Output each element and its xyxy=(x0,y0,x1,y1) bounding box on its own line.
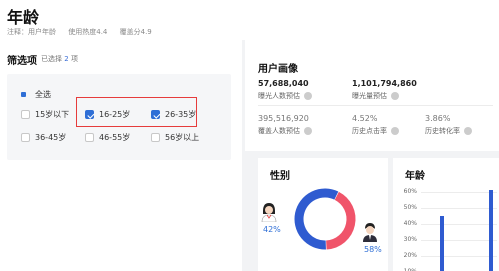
page-header: 年龄 注释：用户年龄 使用热度4.4 覆盖分4.9 xyxy=(0,0,499,40)
age-title: 年龄 xyxy=(405,171,425,182)
divider xyxy=(258,105,493,106)
option-36-45[interactable]: 36-45岁 xyxy=(21,132,66,143)
donut-slice-female xyxy=(325,191,356,250)
stat-conversion-rate: 3.86% 历史转化率 xyxy=(425,114,472,136)
gender-donut-chart xyxy=(294,188,356,250)
help-icon[interactable] xyxy=(304,127,312,135)
option-46-55[interactable]: 46-55岁 xyxy=(85,132,130,143)
help-icon[interactable] xyxy=(304,92,312,100)
stat-exposure-users: 57,688,040 曝光人数预估 xyxy=(258,79,312,101)
option-under-15[interactable]: 15岁以下 xyxy=(21,109,69,120)
grid-line xyxy=(421,192,497,193)
grid-line xyxy=(421,208,497,209)
help-icon[interactable] xyxy=(391,92,399,100)
option-56-plus[interactable]: 56岁以上 xyxy=(151,132,199,143)
page-title: 年龄 xyxy=(7,8,40,27)
checkbox-icon[interactable] xyxy=(21,110,30,119)
stat-exposure-count: 1,101,794,860 曝光量预估 xyxy=(352,79,417,100)
checkbox-icon[interactable] xyxy=(151,133,160,142)
portrait-title: 用户画像 xyxy=(258,64,298,75)
gender-card: 性别 42% 58% xyxy=(258,158,388,271)
y-tick-label: 50% xyxy=(403,204,417,211)
age-bar xyxy=(489,190,493,271)
grid-line xyxy=(421,224,497,225)
male-avatar-icon xyxy=(363,223,377,242)
grid-line xyxy=(421,240,497,241)
female-percent: 42% xyxy=(263,225,281,234)
meta-usage-heat: 使用热度4.4 xyxy=(68,28,108,36)
user-portrait-card: 用户画像 57,688,040 曝光人数预估 1,101,794,860 曝光量… xyxy=(245,40,499,151)
gender-title: 性别 xyxy=(270,171,290,182)
y-tick-label: 30% xyxy=(403,236,417,243)
y-tick-label: 20% xyxy=(403,252,417,259)
option-select-all[interactable]: 全选 xyxy=(21,89,51,100)
filter-title: 筛选项 xyxy=(7,56,37,67)
female-avatar-icon xyxy=(261,203,277,222)
page-meta: 注释：用户年龄 使用热度4.4 覆盖分4.9 xyxy=(7,27,162,37)
checkbox-icon[interactable] xyxy=(21,133,30,142)
age-card: 年龄 60%50%40%30%20%10% xyxy=(393,158,499,271)
help-icon[interactable] xyxy=(391,127,399,135)
donut-slice-male xyxy=(294,188,339,250)
y-tick-label: 60% xyxy=(403,188,417,195)
male-percent: 58% xyxy=(364,245,382,254)
selected-count: 已选择 2 项 xyxy=(41,55,78,63)
stat-coverage-users: 395,516,920 覆盖人数预估 xyxy=(258,114,312,136)
grid-line xyxy=(421,256,497,257)
stat-click-rate: 4.52% 历史点击率 xyxy=(352,114,399,136)
y-tick-label: 40% xyxy=(403,220,417,227)
filter-panel: 筛选项 已选择 2 项 xyxy=(0,40,242,271)
age-bar xyxy=(440,216,444,271)
meta-coverage-score: 覆盖分4.9 xyxy=(119,28,152,36)
meta-note: 注释：用户年龄 xyxy=(7,28,56,36)
selection-highlight-box xyxy=(76,97,197,127)
checkbox-icon[interactable] xyxy=(85,133,94,142)
help-icon[interactable] xyxy=(464,127,472,135)
select-all-indicator-icon xyxy=(21,91,27,98)
